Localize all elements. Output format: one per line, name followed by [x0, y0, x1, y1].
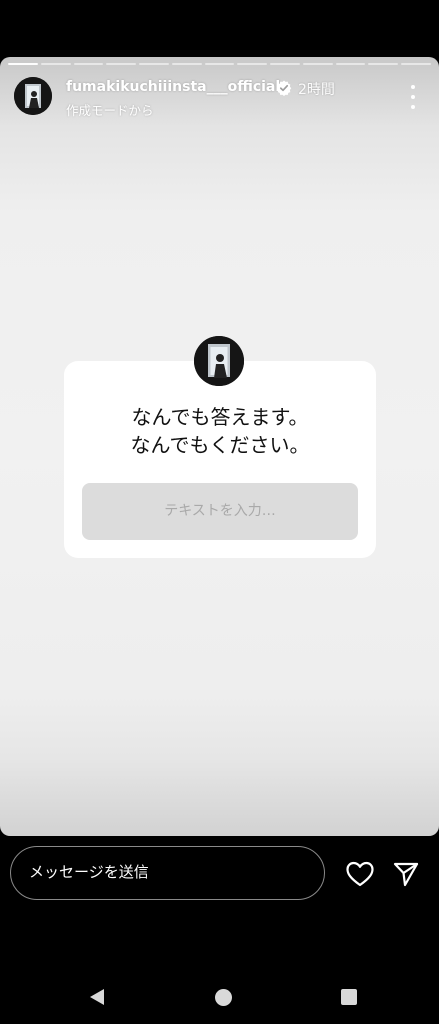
progress-segment [8, 63, 38, 65]
verified-badge-icon [276, 80, 292, 96]
question-answer-input[interactable]: テキストを入力… [82, 483, 358, 540]
story-view[interactable]: fumakikuchiiinsta___official 2時間 作成モードから… [0, 57, 439, 836]
message-bar: メッセージを送信 [0, 836, 439, 926]
progress-segment [73, 63, 104, 65]
story-header: fumakikuchiiinsta___official 2時間 作成モードから [14, 77, 425, 119]
progress-segment [401, 63, 431, 65]
story-progress-bar [8, 63, 431, 65]
recent-apps-icon[interactable] [341, 989, 357, 1005]
back-icon[interactable] [88, 988, 106, 1006]
message-input[interactable]: メッセージを送信 [10, 846, 325, 900]
heart-icon[interactable] [345, 860, 375, 888]
question-sticker: なんでも答えます。 なんでもください。 テキストを入力… [64, 336, 376, 558]
send-icon[interactable] [392, 860, 420, 888]
progress-segment [270, 63, 300, 65]
progress-segment [40, 63, 71, 65]
avatar[interactable] [14, 77, 52, 115]
username[interactable]: fumakikuchiiinsta___official [66, 79, 280, 95]
progress-segment [106, 63, 137, 65]
progress-segment [171, 63, 202, 65]
home-icon[interactable] [215, 989, 232, 1006]
progress-segment [335, 63, 366, 65]
progress-segment [204, 63, 235, 65]
progress-segment [139, 63, 169, 65]
more-vertical-icon[interactable] [403, 85, 423, 109]
post-time: 2時間 [298, 82, 335, 98]
question-line-2: なんでもください。 [130, 433, 310, 457]
story-subtitle: 作成モードから [66, 103, 154, 118]
question-avatar [194, 336, 244, 386]
progress-segment [302, 63, 333, 65]
question-line-1: なんでも答えます。 [131, 405, 309, 429]
system-nav-bar [0, 970, 439, 1024]
progress-segment [368, 63, 399, 65]
progress-segment [237, 63, 268, 65]
question-text: なんでも答えます。 なんでもください。 [64, 403, 376, 459]
